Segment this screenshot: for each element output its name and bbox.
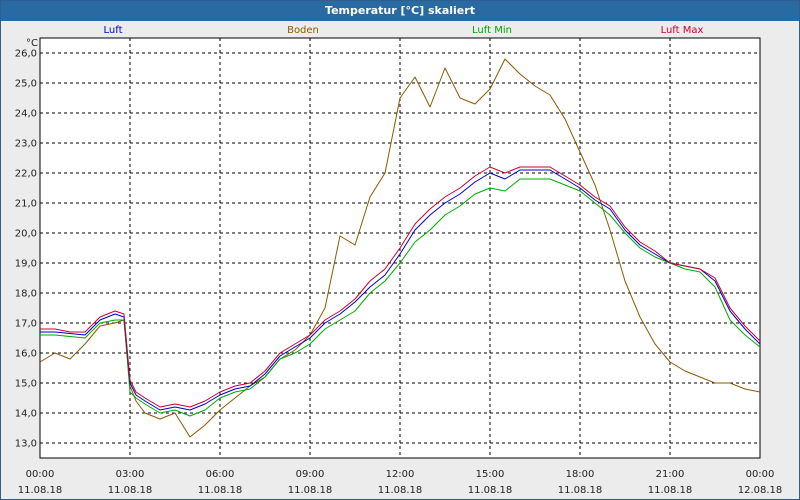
x-tick-date: 11.08.18 — [288, 485, 333, 496]
y-tick-label: 25,0 — [15, 79, 37, 90]
x-tick-time: 12:00 — [386, 469, 415, 480]
x-tick-time: 06:00 — [206, 469, 235, 480]
x-tick-date: 11.08.18 — [108, 485, 153, 496]
x-tick-time: 00:00 — [746, 469, 775, 480]
y-tick-label: 23,0 — [15, 139, 37, 150]
x-tick-time: 09:00 — [296, 469, 325, 480]
y-tick-label: 26,0 — [15, 49, 37, 60]
x-tick-date: 11.08.18 — [378, 485, 423, 496]
x-tick-time: 03:00 — [116, 469, 145, 480]
y-tick-label: 18,0 — [15, 289, 37, 300]
y-tick-label: 21,0 — [15, 199, 37, 210]
x-tick-date: 11.08.18 — [18, 485, 63, 496]
y-axis-unit: °C — [26, 38, 38, 49]
x-tick-time: 18:00 — [566, 469, 595, 480]
x-tick-time: 00:00 — [26, 469, 55, 480]
y-tick-label: 19,0 — [15, 259, 37, 270]
y-tick-label: 13,0 — [15, 439, 37, 450]
legend-entry: Luft Min — [472, 25, 512, 36]
x-tick-date: 11.08.18 — [648, 485, 693, 496]
legend-entry: Boden — [287, 25, 319, 36]
y-tick-label: 16,0 — [15, 349, 37, 360]
legend-entry: Luft Max — [661, 25, 704, 36]
y-tick-label: 20,0 — [15, 229, 37, 240]
temperature-chart: Luft Boden Luft Min Luft Max °C 13,0 14,0 15,… — [15, 25, 783, 496]
y-tick-label: 15,0 — [15, 379, 37, 390]
legend-entry: Luft — [104, 25, 123, 36]
x-tick-date: 12.08.18 — [738, 485, 783, 496]
y-tick-label: 22,0 — [15, 169, 37, 180]
x-tick-date: 11.08.18 — [198, 485, 243, 496]
x-tick-date: 11.08.18 — [558, 485, 603, 496]
x-tick-date: 11.08.18 — [468, 485, 513, 496]
y-tick-label: 24,0 — [15, 109, 37, 120]
x-tick-time: 15:00 — [476, 469, 505, 480]
y-tick-label: 14,0 — [15, 409, 37, 420]
y-tick-label: 17,0 — [15, 319, 37, 330]
x-tick-time: 21:00 — [656, 469, 685, 480]
